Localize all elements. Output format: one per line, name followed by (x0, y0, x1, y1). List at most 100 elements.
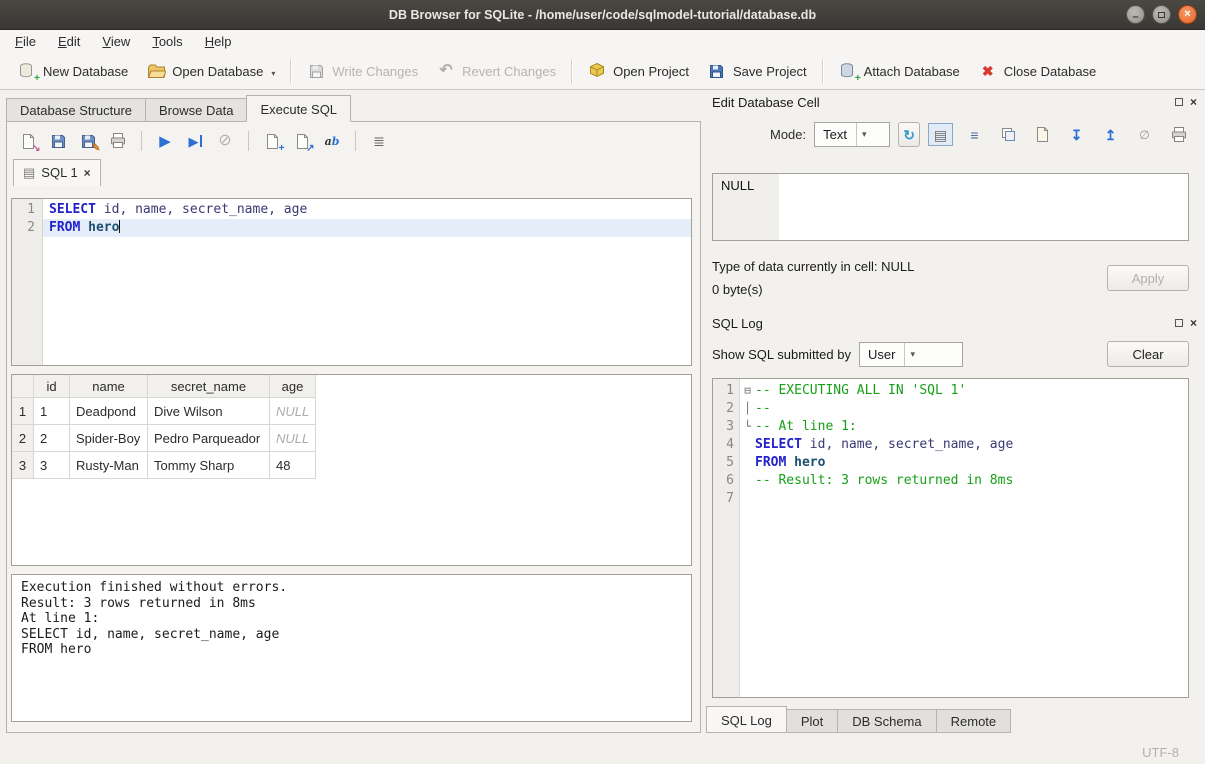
cell[interactable]: Dive Wilson (148, 398, 270, 425)
menu-item-file[interactable]: File (4, 31, 47, 52)
app-window: DB Browser for SQLite - /home/user/code/… (0, 0, 1205, 764)
sql-log-view[interactable]: 1⊟-- EXECUTING ALL IN 'SQL 1'2│--3└-- At… (712, 378, 1189, 698)
column-header-name[interactable]: name (70, 375, 148, 398)
fold-marker[interactable]: ⊟ (740, 382, 755, 400)
maximize-button[interactable] (1152, 5, 1171, 24)
text-document-icon[interactable]: ▤ (928, 123, 953, 146)
save-sql-file-icon[interactable] (45, 129, 71, 153)
cell[interactable]: Tommy Sharp (148, 452, 270, 479)
row-number[interactable]: 1 (12, 398, 34, 425)
save-sql-as-icon[interactable]: ✎ (75, 129, 101, 153)
column-header-id[interactable]: id (34, 375, 70, 398)
open-project-button[interactable]: Open Project (578, 57, 698, 85)
bottom-tab-plot[interactable]: Plot (786, 709, 838, 733)
results-table: idnamesecret_nameage11DeadpondDive Wilso… (11, 374, 692, 566)
float-panel-icon[interactable] (1175, 98, 1183, 106)
bottom-tab-remote[interactable]: Remote (936, 709, 1012, 733)
close-database-label: Close Database (1004, 64, 1097, 79)
cell-toolbar: ▤ ≡ ↧ ↥ ∅ (928, 123, 1191, 146)
print-sql-icon[interactable] (105, 129, 131, 153)
tab-browse-data[interactable]: Browse Data (145, 98, 247, 122)
cell[interactable]: 2 (34, 425, 70, 452)
write-changes-label: Write Changes (332, 64, 418, 79)
corner-cell (12, 375, 34, 398)
clear-button[interactable]: Clear (1107, 341, 1189, 367)
attach-database-button[interactable]: +Attach Database (829, 57, 969, 85)
sql-tab-close-icon[interactable]: × (84, 166, 91, 180)
open-file-new-tab-icon[interactable]: ↗ (289, 129, 315, 153)
menu-item-edit[interactable]: Edit (47, 31, 91, 52)
mode-select[interactable]: Text ▾ (814, 122, 890, 147)
open-sql-file-icon[interactable]: ↘ (15, 129, 41, 153)
editor-line: 2FROM hero (12, 219, 691, 237)
log-line: 4SELECT id, name, secret_name, age (713, 436, 1188, 454)
cell[interactable]: 48 (270, 452, 316, 479)
set-null-icon[interactable]: ∅ (1132, 123, 1157, 146)
column-header-age[interactable]: age (270, 375, 316, 398)
menu-item-view[interactable]: View (91, 31, 141, 52)
filter-label: Show SQL submitted by (712, 347, 851, 362)
cell[interactable]: 1 (34, 398, 70, 425)
word-wrap-icon[interactable]: ≡ (962, 123, 987, 146)
sql-editor[interactable]: 1SELECT id, name, secret_name, age2FROM … (11, 198, 692, 366)
float-panel-icon[interactable] (1175, 319, 1183, 327)
row-number[interactable]: 2 (12, 425, 34, 452)
toolbar-separator (571, 59, 572, 83)
execute-current-line-icon[interactable]: ▶ (182, 129, 208, 153)
sql-token: -- Result: 3 rows returned in 8ms (755, 473, 1013, 488)
cell[interactable]: Spider-Boy (70, 425, 148, 452)
bottom-tab-db-schema[interactable]: DB Schema (837, 709, 936, 733)
cell-editor-area[interactable] (779, 174, 1188, 240)
cell[interactable]: 3 (34, 452, 70, 479)
save-project-icon (707, 61, 727, 81)
toolbar-separator (290, 59, 291, 83)
menu-item-tools[interactable]: Tools (141, 31, 193, 52)
submitter-select[interactable]: User ▾ (859, 342, 963, 367)
menu-item-help[interactable]: Help (194, 31, 243, 52)
format-sql-icon[interactable]: ≣ (366, 129, 392, 153)
cell[interactable]: Rusty-Man (70, 452, 148, 479)
window-title: DB Browser for SQLite - /home/user/code/… (389, 8, 816, 22)
import-icon[interactable]: ↧ (1064, 123, 1089, 146)
apply-button: Apply (1107, 265, 1189, 291)
copy-icon[interactable] (996, 123, 1021, 146)
close-button[interactable]: × (1178, 5, 1197, 24)
revert-changes-icon: ↶ (436, 61, 456, 81)
left-panel: Database StructureBrowse DataExecute SQL… (6, 95, 701, 733)
cell-editor[interactable]: NULL (712, 173, 1189, 241)
tab-database-structure[interactable]: Database Structure (6, 98, 146, 122)
row-number[interactable]: 3 (12, 452, 34, 479)
execute-all-icon[interactable]: ▶ (152, 129, 178, 153)
bottom-tab-sql-log[interactable]: SQL Log (706, 706, 787, 733)
dropdown-caret-icon[interactable]: ▾ (271, 69, 275, 78)
log-code: -- Result: 3 rows returned in 8ms (755, 472, 1188, 490)
minimize-button[interactable]: – (1126, 5, 1145, 24)
sql-tab[interactable]: ▤ SQL 1 × (13, 159, 101, 186)
close-database-button[interactable]: ✖Close Database (969, 57, 1106, 85)
import-text-button[interactable]: ↻ (898, 122, 920, 147)
open-new-tab-icon[interactable]: + (259, 129, 285, 153)
new-database-button[interactable]: +New Database (8, 57, 137, 85)
export-icon[interactable]: ↥ (1098, 123, 1123, 146)
sql-token: id, name, secret_name, age (802, 437, 1013, 452)
cell[interactable]: Pedro Parqueador (148, 425, 270, 452)
close-panel-icon[interactable]: × (1190, 317, 1197, 329)
print-icon[interactable] (1166, 123, 1191, 146)
cell[interactable]: NULL (270, 398, 316, 425)
column-header-secret-name[interactable]: secret_name (148, 375, 270, 398)
paste-icon[interactable] (1030, 123, 1055, 146)
tab-execute-sql[interactable]: Execute SQL (246, 95, 351, 122)
stop-execution-icon: ⊘ (212, 129, 238, 153)
titlebar[interactable]: DB Browser for SQLite - /home/user/code/… (0, 0, 1205, 30)
write-changes-icon (306, 61, 326, 81)
close-panel-icon[interactable]: × (1190, 96, 1197, 108)
mode-value: Text (823, 127, 847, 142)
cell[interactable]: NULL (270, 425, 316, 452)
statusbar: UTF-8 (0, 740, 1205, 764)
cell[interactable]: Deadpond (70, 398, 148, 425)
save-project-button[interactable]: Save Project (698, 57, 816, 85)
log-code: -- (755, 400, 1188, 418)
find-replace-icon[interactable]: ab (319, 129, 345, 153)
log-code: SELECT id, name, secret_name, age (755, 436, 1188, 454)
open-database-button[interactable]: Open Database▾ (137, 57, 284, 85)
